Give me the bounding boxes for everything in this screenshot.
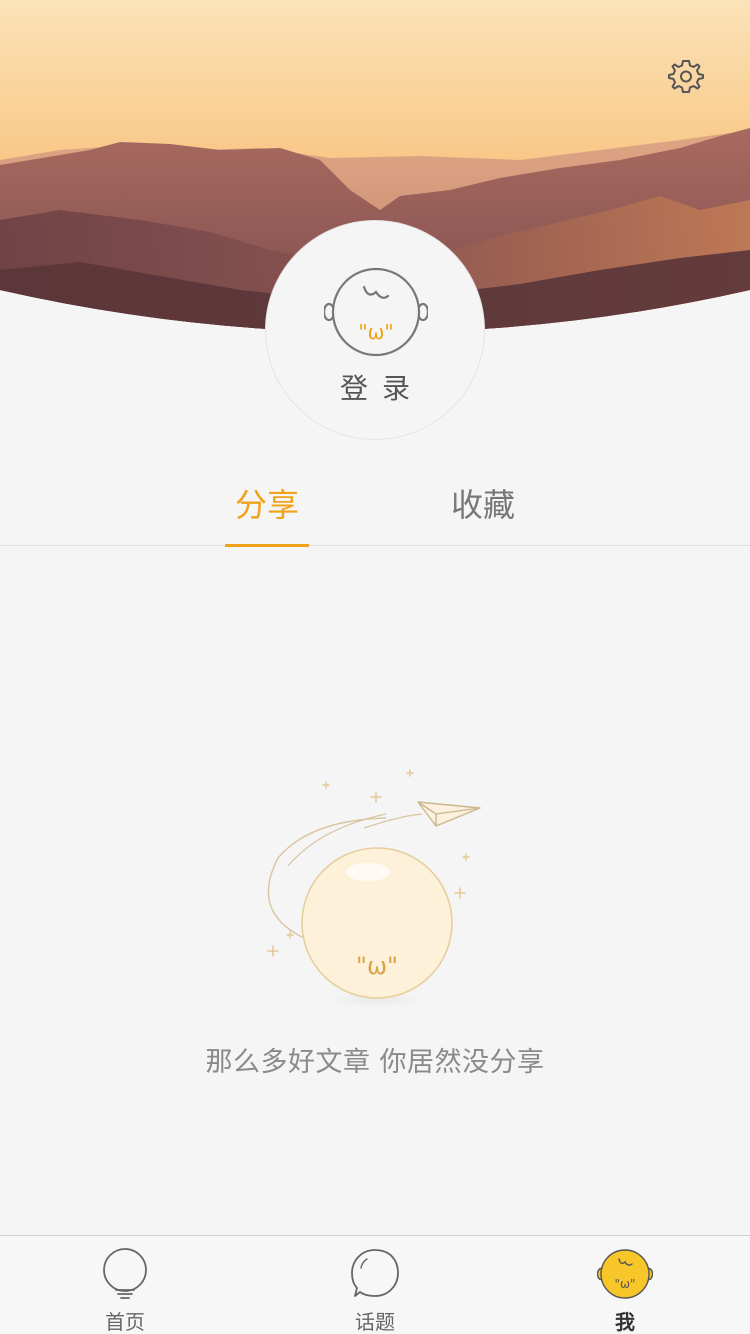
tab-share[interactable]: 分享 [225,466,309,547]
moon-paper-plane-icon: "ω" [267,769,481,1008]
nav-item-me[interactable]: "ω" 我 [500,1236,750,1334]
moon-face-text: "ω" [356,952,398,980]
face-icon: "ω" [597,1249,653,1299]
face-text: "ω" [358,320,393,344]
tab-favorites[interactable]: 收藏 [441,466,525,546]
speech-bubble-icon [351,1249,399,1297]
nav-label-topic: 话题 [355,1310,395,1334]
tab-bar: 分享 收藏 [0,466,750,547]
gear-icon [668,60,704,93]
nav-label-home: 首页 [105,1310,145,1334]
nav-face-text: "ω" [614,1277,635,1291]
lightbulb-icon [103,1248,147,1299]
settings-button[interactable] [664,54,708,98]
login-avatar-button[interactable]: "ω" 登录 [265,220,485,440]
nav-item-home[interactable]: 首页 [0,1236,250,1334]
login-label: 登录 [339,372,424,405]
nav-label-me: 我 [615,1310,635,1334]
face-icon: "ω" [324,267,428,357]
nav-item-topic[interactable]: 话题 [250,1236,500,1334]
empty-state-message: 那么多好文章 你居然没分享 [205,1047,545,1078]
bottom-nav: 首页 话题 "ω" 我 [0,1235,750,1334]
